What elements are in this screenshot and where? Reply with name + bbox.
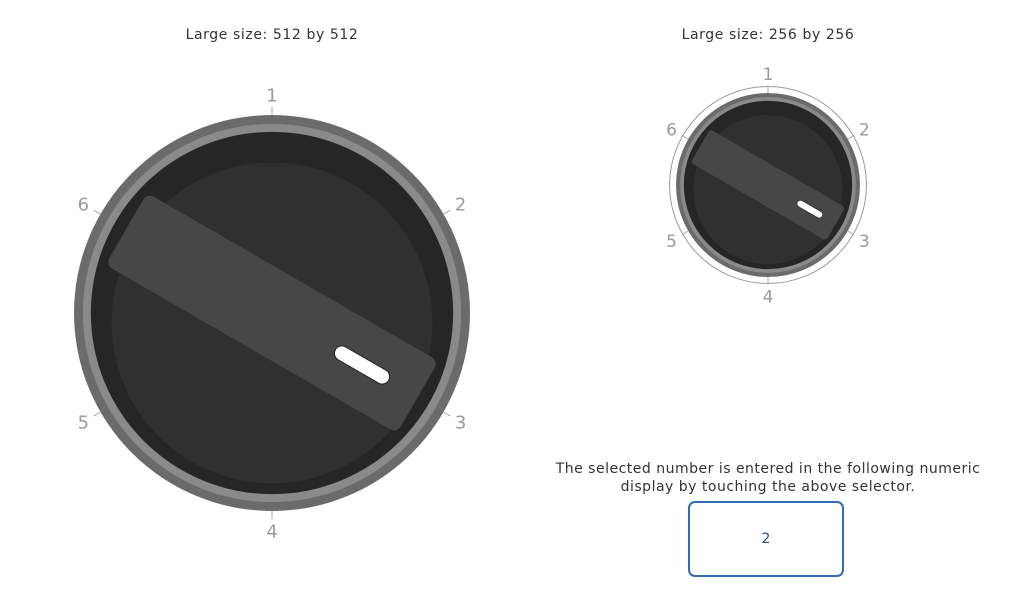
tick-mark — [443, 411, 451, 417]
numeric-display-value: 2 — [761, 531, 771, 547]
instructions-line-1: The selected number is entered in the fo… — [555, 461, 981, 477]
position-label-3: 3 — [455, 412, 466, 433]
instructions-text: The selected number is entered in the fo… — [530, 460, 1006, 496]
position-label-6: 6 — [666, 120, 677, 140]
tick-mark — [847, 230, 855, 236]
position-label-3: 3 — [859, 232, 870, 252]
tick-mark — [847, 134, 855, 140]
position-label-4: 4 — [763, 287, 774, 307]
instructions-line-2: display by touching the above selector. — [620, 479, 916, 495]
tick-mark — [93, 411, 101, 417]
tick-mark — [443, 209, 451, 215]
small-rotary-selector[interactable]: 1 2 3 4 5 6 — [545, 0, 1024, 320]
position-label-1: 1 — [763, 65, 774, 85]
position-label-5: 5 — [78, 412, 89, 433]
tick-mark — [681, 134, 689, 140]
tick-mark — [681, 230, 689, 236]
position-label-2: 2 — [859, 120, 870, 140]
dial-group: 1 2 3 4 5 6 — [74, 86, 470, 542]
position-label-5: 5 — [666, 232, 677, 252]
dial-group: 1 2 3 4 5 6 — [666, 65, 870, 308]
position-label-6: 6 — [78, 195, 89, 216]
numeric-display[interactable]: 2 — [688, 501, 844, 577]
position-label-2: 2 — [455, 195, 466, 216]
position-label-1: 1 — [266, 86, 277, 107]
position-label-4: 4 — [266, 521, 277, 542]
large-rotary-selector[interactable]: 1 2 3 4 5 6 — [0, 0, 545, 600]
tick-mark — [93, 209, 101, 215]
